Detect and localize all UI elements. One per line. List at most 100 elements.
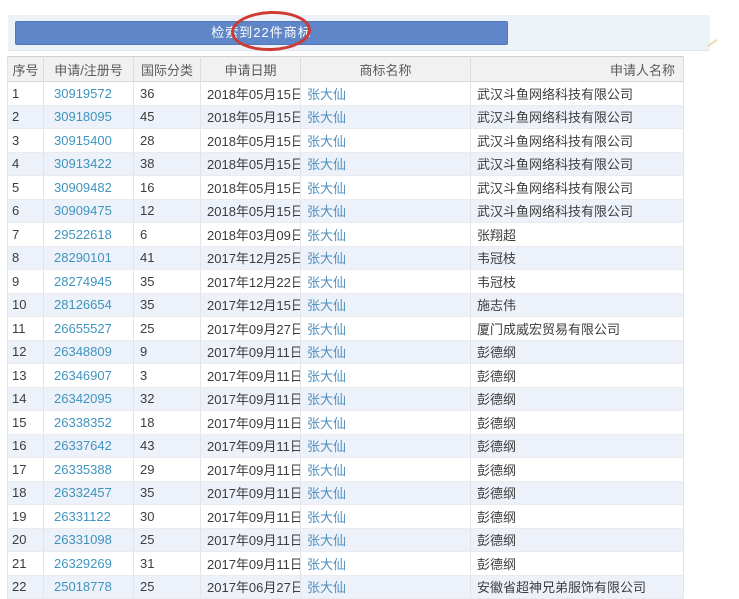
cell-intl_class: 32	[133, 387, 201, 411]
cell-applicant: 张翔超	[470, 222, 684, 247]
cell-app_no: 26331122	[43, 504, 134, 529]
cell-tm_name: 张大仙	[300, 222, 471, 247]
cell-tm_name: 张大仙	[300, 175, 471, 200]
cell-tm_name: 张大仙	[300, 199, 471, 223]
trademark-name-link[interactable]: 张大仙	[307, 463, 346, 478]
application-number-link[interactable]: 30913422	[54, 156, 112, 171]
cell-app_no: 30909482	[43, 175, 134, 200]
table-row: 20 26331098 25 2017年09月11日 张大仙 彭德纲	[7, 528, 684, 552]
trademark-name-link[interactable]: 张大仙	[307, 275, 346, 290]
cell-app_no: 30919572	[43, 81, 134, 106]
application-number-link[interactable]: 26335388	[54, 462, 112, 477]
trademark-name-link[interactable]: 张大仙	[307, 580, 346, 595]
cell-app_date: 2018年05月15日	[200, 152, 301, 176]
cell-tm_name: 张大仙	[300, 363, 471, 388]
cell-app_date: 2017年12月22日	[200, 269, 301, 294]
trademark-name-link[interactable]: 张大仙	[307, 345, 346, 360]
application-number-link[interactable]: 30909475	[54, 203, 112, 218]
trademark-name-link[interactable]: 张大仙	[307, 157, 346, 172]
cell-intl_class: 35	[133, 481, 201, 505]
cell-app_no: 26338352	[43, 410, 134, 435]
application-number-link[interactable]: 26337642	[54, 438, 112, 453]
application-number-link[interactable]: 30918095	[54, 109, 112, 124]
trademark-name-link[interactable]: 张大仙	[307, 392, 346, 407]
application-number-link[interactable]: 29522618	[54, 227, 112, 242]
cell-app_date: 2017年09月11日	[200, 434, 301, 458]
application-number-link[interactable]: 26329269	[54, 556, 112, 571]
cell-tm_name: 张大仙	[300, 481, 471, 505]
cell-tm_name: 张大仙	[300, 246, 471, 270]
cell-tm_name: 张大仙	[300, 269, 471, 294]
application-number-link[interactable]: 26342095	[54, 391, 112, 406]
application-number-link[interactable]: 28290101	[54, 250, 112, 265]
trademark-name-link[interactable]: 张大仙	[307, 251, 346, 266]
trademark-name-link[interactable]: 张大仙	[307, 87, 346, 102]
cell-tm_name: 张大仙	[300, 504, 471, 529]
cell-index: 12	[7, 340, 44, 364]
cell-app_no: 28274945	[43, 269, 134, 294]
trademark-name-link[interactable]: 张大仙	[307, 298, 346, 313]
application-number-link[interactable]: 26348809	[54, 344, 112, 359]
cell-app_date: 2017年09月11日	[200, 481, 301, 505]
application-number-link[interactable]: 26331098	[54, 532, 112, 547]
cell-app_no: 26332457	[43, 481, 134, 505]
cell-app_date: 2018年05月15日	[200, 105, 301, 129]
trademark-name-link[interactable]: 张大仙	[307, 416, 346, 431]
table-row: 14 26342095 32 2017年09月11日 张大仙 彭德纲	[7, 387, 684, 411]
table-row: 9 28274945 35 2017年12月22日 张大仙 韦冠枝	[7, 269, 684, 294]
table-row: 21 26329269 31 2017年09月11日 张大仙 彭德纲	[7, 551, 684, 576]
cell-tm_name: 张大仙	[300, 551, 471, 576]
column-header-index: 序号	[7, 56, 44, 82]
cell-tm_name: 张大仙	[300, 152, 471, 176]
cell-applicant: 彭德纲	[470, 340, 684, 364]
cell-intl_class: 35	[133, 293, 201, 317]
trademark-name-link[interactable]: 张大仙	[307, 557, 346, 572]
cell-app_no: 26329269	[43, 551, 134, 576]
cell-app_no: 29522618	[43, 222, 134, 247]
cell-intl_class: 28	[133, 128, 201, 153]
application-number-link[interactable]: 30915400	[54, 133, 112, 148]
trademark-name-link[interactable]: 张大仙	[307, 486, 346, 501]
cell-applicant: 武汉斗鱼网络科技有限公司	[470, 81, 684, 106]
trademark-name-link[interactable]: 张大仙	[307, 369, 346, 384]
trademark-name-link[interactable]: 张大仙	[307, 181, 346, 196]
application-number-link[interactable]: 28126654	[54, 297, 112, 312]
trademark-name-link[interactable]: 张大仙	[307, 322, 346, 337]
trademark-name-link[interactable]: 张大仙	[307, 204, 346, 219]
table-row: 18 26332457 35 2017年09月11日 张大仙 彭德纲	[7, 481, 684, 505]
application-number-link[interactable]: 26655527	[54, 321, 112, 336]
cell-intl_class: 25	[133, 316, 201, 341]
application-number-link[interactable]: 30919572	[54, 86, 112, 101]
result-count-button[interactable]: 检索到22件商标	[15, 21, 508, 45]
cell-intl_class: 43	[133, 434, 201, 458]
result-banner-strip: 检索到22件商标	[8, 15, 718, 51]
cell-intl_class: 45	[133, 105, 201, 129]
trademark-name-link[interactable]: 张大仙	[307, 110, 346, 125]
cell-applicant: 彭德纲	[470, 363, 684, 388]
cell-applicant: 武汉斗鱼网络科技有限公司	[470, 128, 684, 153]
cell-app_no: 30915400	[43, 128, 134, 153]
cell-tm_name: 张大仙	[300, 81, 471, 106]
cell-index: 3	[7, 128, 44, 153]
application-number-link[interactable]: 26346907	[54, 368, 112, 383]
cell-applicant: 彭德纲	[470, 457, 684, 482]
trademark-name-link[interactable]: 张大仙	[307, 510, 346, 525]
cell-intl_class: 35	[133, 269, 201, 294]
cell-app_date: 2017年12月25日	[200, 246, 301, 270]
trademark-name-link[interactable]: 张大仙	[307, 228, 346, 243]
application-number-link[interactable]: 25018778	[54, 579, 112, 594]
table-row: 5 30909482 16 2018年05月15日 张大仙 武汉斗鱼网络科技有限公司	[7, 175, 684, 200]
trademark-name-link[interactable]: 张大仙	[307, 533, 346, 548]
cell-index: 6	[7, 199, 44, 223]
application-number-link[interactable]: 26331122	[54, 509, 111, 524]
cell-index: 18	[7, 481, 44, 505]
trademark-name-link[interactable]: 张大仙	[307, 439, 346, 454]
application-number-link[interactable]: 26338352	[54, 415, 112, 430]
application-number-link[interactable]: 28274945	[54, 274, 112, 289]
table-row: 12 26348809 9 2017年09月11日 张大仙 彭德纲	[7, 340, 684, 364]
application-number-link[interactable]: 26332457	[54, 485, 112, 500]
application-number-link[interactable]: 30909482	[54, 180, 112, 195]
table-row: 4 30913422 38 2018年05月15日 张大仙 武汉斗鱼网络科技有限公司	[7, 152, 684, 176]
trademark-name-link[interactable]: 张大仙	[307, 134, 346, 149]
cell-applicant: 彭德纲	[470, 504, 684, 529]
